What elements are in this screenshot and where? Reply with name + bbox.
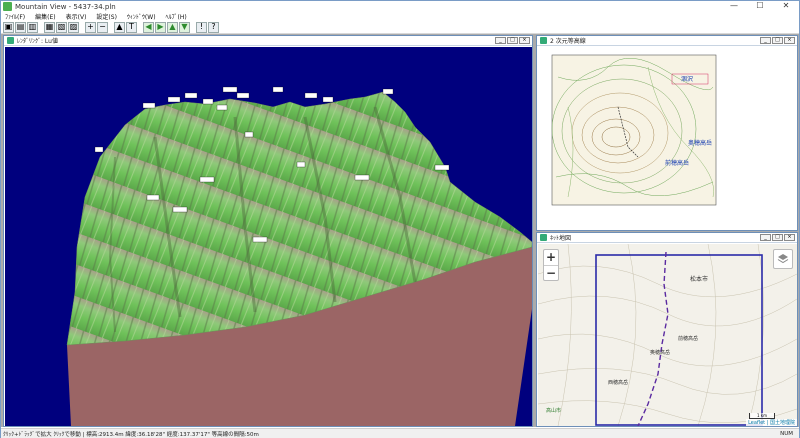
render-minimize-button[interactable]: _ <box>495 37 506 44</box>
mdi-workspace: ﾚﾝﾀﾞﾘﾝｸﾞ: Lu値 _ □ × 2 次元等高線 _ □ × 涸沢 奥穂高… <box>1 34 799 427</box>
render-view[interactable] <box>5 47 532 426</box>
web-minimize-button[interactable]: _ <box>760 234 771 241</box>
text-button[interactable]: T <box>126 21 137 33</box>
status-bar: ｸﾘｯｸ+ﾄﾞﾗｯｸﾞで拡大 ｸﾘｯｸで移動 | 標高:2913.4m 緯度:3… <box>1 428 799 438</box>
status-text: ｸﾘｯｸ+ﾄﾞﾗｯｸﾞで拡大 ｸﾘｯｸで移動 | 標高:2913.4m 緯度:3… <box>3 431 259 438</box>
toolbar-separator <box>109 22 113 33</box>
topo-label-okuhotaka: 奥穂高岳 <box>688 139 712 147</box>
title-bar: Mountain View - 5437-34.pln — ☐ ✕ <box>1 1 799 12</box>
web-label-matsumoto: 松本市 <box>690 275 708 283</box>
topo-map-view[interactable]: 涸沢 奥穂高岳 前穂高岳 <box>538 47 797 230</box>
zoom-out-button[interactable]: − <box>97 21 108 33</box>
print-button[interactable]: ▦ <box>44 21 55 33</box>
web-label-okuhotaka: 奥穂高岳 <box>650 349 670 356</box>
web-window-titlebar[interactable]: ﾈｯﾄ地図 _ □ × <box>537 233 797 243</box>
web-maximize-button[interactable]: □ <box>772 234 783 241</box>
arrow-left-button[interactable]: ◀ <box>143 21 154 33</box>
render-window-icon <box>7 37 14 44</box>
topo-window-icon <box>540 37 547 44</box>
topo-minimize-button[interactable]: _ <box>760 37 771 44</box>
topo-window-title: 2 次元等高線 <box>550 38 586 45</box>
web-map-view[interactable]: 松本市 前穂高岳 奥穂高岳 西穂高岳 高山市 + − 1 km Leaflet … <box>538 244 797 426</box>
topo-maximize-button[interactable]: □ <box>772 37 783 44</box>
save-button[interactable]: ▤ <box>15 21 26 33</box>
open-button[interactable]: ▣ <box>3 21 14 33</box>
menu-bar: ﾌｧｲﾙ(F) 編集(E) 表示(V) 設定(S) ｳｨﾝﾄﾞｳ(W) ﾍﾙﾌﾟ… <box>1 12 799 21</box>
contour-map[interactable]: 涸沢 奥穂高岳 前穂高岳 <box>538 47 797 230</box>
menu-file[interactable]: ﾌｧｲﾙ(F) <box>1 12 31 21</box>
window-title: Mountain View - 5437-34.pln <box>15 2 116 11</box>
maximize-button[interactable]: ☐ <box>747 1 773 12</box>
app-logo-icon <box>3 2 12 11</box>
web-close-button[interactable]: × <box>784 234 795 241</box>
map-attribution[interactable]: Leaflet | 国土地理院 <box>746 419 797 426</box>
app-window: Mountain View - 5437-34.pln — ☐ ✕ ﾌｧｲﾙ(F… <box>0 0 800 438</box>
toolbar-separator <box>39 22 43 33</box>
render-close-button[interactable]: × <box>519 37 530 44</box>
web-label-nishihotaka: 西穂高岳 <box>608 379 628 386</box>
landscape-button[interactable]: ▲ <box>114 21 125 33</box>
toolbar-separator <box>80 22 84 33</box>
toolbar-separator <box>138 22 142 33</box>
arrow-down-button[interactable]: ▼ <box>179 21 190 33</box>
render-maximize-button[interactable]: □ <box>507 37 518 44</box>
topo-close-button[interactable]: × <box>784 37 795 44</box>
render-window-titlebar[interactable]: ﾚﾝﾀﾞﾘﾝｸﾞ: Lu値 _ □ × <box>4 36 532 46</box>
web-window-title: ﾈｯﾄ地図 <box>550 235 572 242</box>
pin-button[interactable]: ! <box>196 21 207 33</box>
load-button[interactable]: ▥ <box>27 21 38 33</box>
toolbar: ▣ ▤ ▥ ▦ ▧ ▨ + − ▲ T ◀ ▶ ▲ ▼ ! ? <box>1 21 799 34</box>
map-button[interactable]: ▧ <box>56 21 67 33</box>
toolbar-separator <box>191 22 195 33</box>
terrain-3d-view[interactable] <box>5 47 532 426</box>
numlock-indicator: NUM <box>780 430 793 437</box>
minimize-button[interactable]: — <box>721 1 747 12</box>
web-map-window[interactable]: ﾈｯﾄ地図 _ □ × 松本市 前穂高岳 奥穂高岳 西穂高岳 高山市 + − 1… <box>536 232 798 427</box>
web-map-tiles[interactable]: 松本市 前穂高岳 奥穂高岳 西穂高岳 高山市 <box>538 244 797 426</box>
topo-label-maehotaka: 前穂高岳 <box>665 159 689 167</box>
help-button[interactable]: ? <box>208 21 219 33</box>
web-label-takayama: 高山市 <box>546 407 561 414</box>
web-window-icon <box>540 234 547 241</box>
arrow-right-button[interactable]: ▶ <box>155 21 166 33</box>
menu-settings[interactable]: 設定(S) <box>92 12 123 21</box>
topo-label-karasawa: 涸沢 <box>681 75 693 83</box>
menu-window[interactable]: ｳｨﾝﾄﾞｳ(W) <box>123 12 162 21</box>
map-zoom-out-button[interactable]: − <box>544 265 558 280</box>
web-label-maehotaka: 前穂高岳 <box>678 335 698 342</box>
close-button[interactable]: ✕ <box>773 1 799 12</box>
menu-help[interactable]: ﾍﾙﾌﾟ(H) <box>162 12 193 21</box>
menu-view[interactable]: 表示(V) <box>62 12 93 21</box>
map-zoom-in-button[interactable]: + <box>544 250 558 265</box>
grid-button[interactable]: ▨ <box>68 21 79 33</box>
render-window-title: ﾚﾝﾀﾞﾘﾝｸﾞ: Lu値 <box>17 38 58 45</box>
zoom-control: + − <box>543 249 559 281</box>
topo-map-window[interactable]: 2 次元等高線 _ □ × 涸沢 奥穂高岳 前穂高岳 <box>536 35 798 231</box>
layers-button[interactable] <box>773 249 793 269</box>
render-window[interactable]: ﾚﾝﾀﾞﾘﾝｸﾞ: Lu値 _ □ × <box>3 35 533 427</box>
menu-edit[interactable]: 編集(E) <box>31 12 61 21</box>
topo-window-titlebar[interactable]: 2 次元等高線 _ □ × <box>537 36 797 46</box>
layers-icon <box>777 254 789 264</box>
zoom-in-button[interactable]: + <box>85 21 96 33</box>
arrow-up-button[interactable]: ▲ <box>167 21 178 33</box>
